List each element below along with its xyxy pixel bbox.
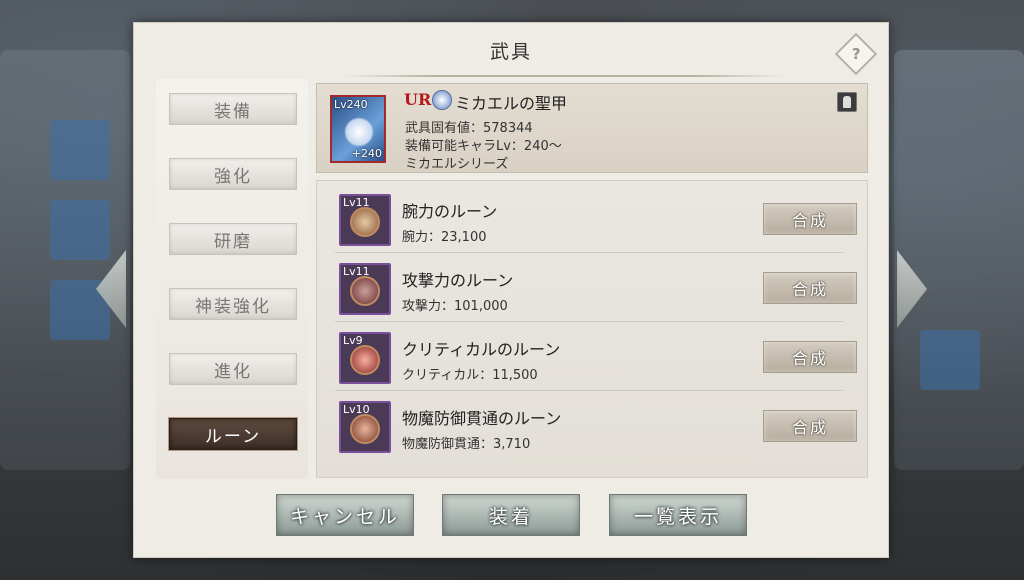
combine-button[interactable]: 合成: [763, 272, 857, 304]
tab-enhance[interactable]: 強化: [169, 158, 297, 190]
tab-divine-enhance[interactable]: 神装強化: [169, 288, 297, 320]
equip-button[interactable]: 装着: [442, 494, 580, 536]
rune-icon[interactable]: Lv11: [339, 263, 391, 315]
item-equip-level: 装備可能キャラLv：240～: [405, 139, 562, 154]
combine-button[interactable]: 合成: [763, 203, 857, 235]
rune-name: 腕力のルーン: [402, 202, 498, 221]
rune-row: Lv9 クリティカルのルーン クリティカル：11,500 合成: [335, 323, 857, 391]
background-tile: [50, 200, 110, 260]
rune-stat: 攻撃力：101,000: [402, 299, 508, 314]
rune-name: クリティカルのルーン: [402, 340, 561, 359]
help-icon: ?: [851, 44, 861, 63]
tab-equip[interactable]: 装備: [169, 93, 297, 125]
dialog-title: 武具: [489, 41, 532, 63]
penetration-rune-icon: [350, 414, 380, 444]
armor-icon: [344, 117, 374, 147]
rune-icon[interactable]: Lv10: [339, 401, 391, 453]
attack-rune-icon: [350, 276, 380, 306]
rune-name: 攻撃力のルーン: [402, 271, 514, 290]
tab-polish[interactable]: 研磨: [169, 223, 297, 255]
tab-evolve[interactable]: 進化: [169, 353, 297, 385]
item-plus: +240: [351, 147, 382, 160]
combine-button[interactable]: 合成: [763, 410, 857, 442]
rune-list: Lv11 腕力のルーン 腕力：23,100 合成 Lv11 攻撃力のルーン 攻撃…: [316, 180, 868, 478]
equipment-type-icon: [837, 92, 857, 112]
item-name: ミカエルの聖甲: [455, 94, 568, 113]
background-right-panel: [894, 50, 1024, 470]
item-series: ミカエルシリーズ: [405, 157, 509, 172]
background-tile: [50, 120, 110, 180]
item-unique-value: 武具固有値：578344: [405, 121, 533, 136]
title-divider: [344, 75, 784, 77]
rarity-label: UR: [404, 90, 432, 109]
rune-name: 物魔防御貫通のルーン: [402, 409, 562, 428]
tab-rune[interactable]: ルーン: [169, 418, 297, 450]
element-icon: [432, 90, 452, 110]
rune-stat: 腕力：23,100: [402, 230, 487, 245]
cancel-button[interactable]: キャンセル: [276, 494, 414, 536]
item-level: Lv240: [334, 98, 368, 111]
rune-icon[interactable]: Lv11: [339, 194, 391, 246]
list-view-button[interactable]: 一覧表示: [609, 494, 747, 536]
rune-stat: クリティカル：11,500: [402, 368, 538, 383]
strength-rune-icon: [350, 207, 380, 237]
equipment-dialog: 武具 ? 装備 強化 研磨 神装強化 進化 ルーン Lv240 +240 UR …: [133, 22, 889, 558]
background-tile: [920, 330, 980, 390]
item-info-panel: Lv240 +240 UR ミカエルの聖甲 武具固有値：578344 装備可能キ…: [316, 83, 868, 173]
combine-button[interactable]: 合成: [763, 341, 857, 373]
rune-row: Lv11 腕力のルーン 腕力：23,100 合成: [335, 185, 857, 253]
critical-rune-icon: [350, 345, 380, 375]
rune-icon[interactable]: Lv9: [339, 332, 391, 384]
rune-stat: 物魔防御貫通：3,710: [402, 437, 531, 452]
rune-row: Lv10 物魔防御貫通のルーン 物魔防御貫通：3,710 合成: [335, 392, 857, 460]
background-left-panel: [0, 50, 130, 470]
item-thumbnail[interactable]: Lv240 +240: [330, 95, 386, 163]
rune-row: Lv11 攻撃力のルーン 攻撃力：101,000 合成: [335, 254, 857, 322]
